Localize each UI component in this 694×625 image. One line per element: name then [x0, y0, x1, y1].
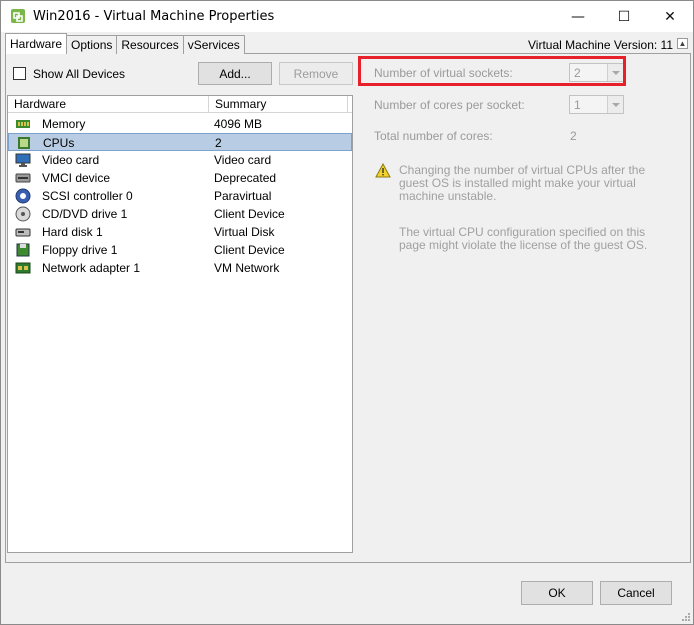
cpu-change-warning: Changing the number of virtual CPUs afte… [399, 163, 646, 203]
device-row-vmci[interactable]: VMCI device Deprecated [8, 169, 352, 187]
chevron-down-icon [607, 96, 623, 113]
device-name: Floppy drive 1 [42, 243, 118, 257]
device-name: SCSI controller 0 [42, 189, 133, 203]
chevron-down-icon [607, 64, 623, 81]
total-cores-label: Total number of cores: [374, 129, 493, 143]
column-header-hardware[interactable]: Hardware [8, 96, 209, 113]
total-cores-value: 2 [570, 129, 577, 143]
vmci-device-icon [15, 173, 31, 183]
device-row-memory[interactable]: Memory 4096 MB [8, 115, 352, 133]
remove-button[interactable]: Remove [279, 62, 353, 85]
tab-strip: Hardware Options Resources vServices [5, 33, 245, 54]
sockets-select[interactable]: 2 [569, 63, 624, 82]
ok-button[interactable]: OK [521, 581, 593, 605]
cores-per-socket-select[interactable]: 1 [569, 95, 624, 114]
device-summary: Deprecated [214, 171, 277, 185]
device-row-network-adapter[interactable]: Network adapter 1 VM Network [8, 259, 352, 277]
device-name: CD/DVD drive 1 [42, 207, 128, 221]
device-summary: Paravirtual [214, 189, 272, 203]
device-name: Network adapter 1 [42, 261, 141, 275]
memory-icon [16, 120, 30, 128]
device-row-cpus[interactable]: CPUs 2 [8, 133, 352, 151]
device-row-floppy[interactable]: Floppy drive 1 Client Device [8, 241, 352, 259]
device-summary: Virtual Disk [214, 225, 275, 239]
cores-per-socket-label: Number of cores per socket: [374, 98, 525, 112]
device-summary: VM Network [214, 261, 280, 275]
device-summary: Video card [214, 153, 272, 167]
device-row-cd-dvd[interactable]: CD/DVD drive 1 Client Device [8, 205, 352, 223]
cd-dvd-icon [15, 206, 31, 222]
device-summary: Client Device [214, 243, 285, 257]
device-list: Hardware Summary Memory 4096 MB CPUs 2 V… [7, 95, 353, 553]
device-summary: Client Device [214, 207, 285, 221]
device-row-video-card[interactable]: Video card Video card [8, 151, 352, 169]
warning-icon [375, 163, 391, 178]
vm-version-label: Virtual Machine Version: 11 [528, 38, 673, 52]
add-button[interactable]: Add... [198, 62, 272, 85]
network-adapter-icon [15, 262, 31, 274]
maximize-button[interactable]: ☐ [601, 1, 647, 32]
license-note: The virtual CPU configuration specified … [399, 225, 648, 252]
video-card-icon [15, 153, 31, 167]
title-bar: Win2016 - Virtual Machine Properties — ☐… [1, 1, 693, 32]
hard-disk-icon [15, 228, 31, 237]
floppy-icon [16, 243, 30, 257]
device-name: CPUs [43, 136, 75, 150]
device-summary: 4096 MB [214, 117, 263, 131]
show-all-devices-checkbox[interactable] [13, 67, 26, 80]
minimize-button[interactable]: — [555, 1, 601, 32]
tab-options[interactable]: Options [66, 35, 118, 54]
device-name: Video card [42, 153, 100, 167]
scsi-controller-icon [15, 188, 31, 204]
sockets-label: Number of virtual sockets: [374, 66, 513, 80]
resize-grip-icon[interactable] [681, 612, 691, 622]
list-header: Hardware Summary [8, 96, 352, 113]
column-header-summary[interactable]: Summary [209, 96, 348, 113]
tab-resources[interactable]: Resources [116, 35, 184, 54]
device-row-hard-disk[interactable]: Hard disk 1 Virtual Disk [8, 223, 352, 241]
device-summary: 2 [215, 136, 222, 150]
close-button[interactable]: ✕ [647, 1, 693, 32]
device-name: VMCI device [42, 171, 111, 185]
cancel-button[interactable]: Cancel [600, 581, 672, 605]
device-name: Hard disk 1 [42, 225, 103, 239]
show-all-devices-label: Show All Devices [33, 67, 126, 81]
device-name: Memory [42, 117, 86, 131]
vsphere-app-icon [11, 9, 25, 23]
properties-window: Win2016 - Virtual Machine Properties — ☐… [0, 0, 694, 625]
window-title: Win2016 - Virtual Machine Properties [33, 9, 275, 24]
device-row-scsi-controller[interactable]: SCSI controller 0 Paravirtual [8, 187, 352, 205]
tab-scroll-up-icon[interactable]: ▲ [677, 38, 688, 49]
cores-per-socket-value: 1 [574, 98, 581, 112]
cpu-icon [18, 137, 30, 149]
tab-vservices[interactable]: vServices [182, 35, 245, 54]
sockets-value: 2 [574, 66, 581, 80]
tab-hardware[interactable]: Hardware [5, 33, 68, 54]
